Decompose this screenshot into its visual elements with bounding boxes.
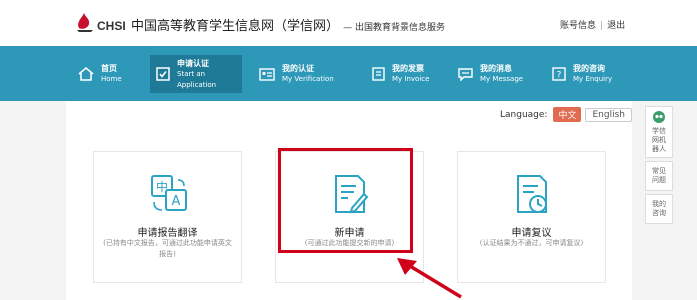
- side-item-robot[interactable]: 学信网机器人: [645, 106, 673, 158]
- home-icon: [78, 67, 94, 81]
- language-option-en[interactable]: English: [585, 107, 632, 122]
- user-links: 账号信息 | 退出: [560, 21, 626, 31]
- side-item-faq[interactable]: 常见问题: [645, 161, 673, 191]
- side-item-label: 学信网机器人: [652, 127, 666, 153]
- nav-item-my-message[interactable]: 我的消息 My Message: [458, 55, 538, 93]
- header: CHSI 中国高等教育学生信息网（学信网） — 出国教育背景信息服务 账号信息 |…: [0, 0, 697, 46]
- account-info-link[interactable]: 账号信息: [560, 21, 596, 31]
- main-nav: 首页 Home 申请认证 Start an Application 我的认证 My V…: [0, 46, 697, 101]
- side-item-label: 我的咨询: [652, 200, 666, 217]
- card-review-application[interactable]: 申请复议 (认证结果为不通过，可申请复议): [457, 151, 606, 283]
- nav-item-start-application[interactable]: 申请认证 Start an Application: [150, 55, 242, 93]
- nav-label-en: My Verification: [282, 75, 334, 83]
- chsi-logo-icon: [77, 13, 93, 32]
- robot-icon: [653, 111, 665, 123]
- review-document-icon: [516, 175, 547, 213]
- card-report-translation[interactable]: 中 A 申请报告翻译 (已持有中文报告，可通过此功能申请英文报告): [93, 151, 242, 283]
- message-icon: [458, 68, 473, 81]
- site-subtitle: — 出国教育背景信息服务: [343, 23, 446, 33]
- side-panel: 学信网机器人 常见问题 我的咨询: [645, 106, 673, 227]
- card-title: 申请复议: [511, 228, 552, 239]
- translate-icon: 中 A: [150, 175, 187, 211]
- svg-text:?: ?: [557, 71, 562, 81]
- nav-label-en: My Enquiry: [573, 75, 613, 83]
- nav-label-en: Home: [101, 75, 122, 83]
- logo-text: CHSI: [97, 19, 126, 33]
- site-title-main: 中国高等教育学生信息网（学信网）: [131, 19, 340, 34]
- side-item-my-enquiry[interactable]: 我的咨询: [645, 194, 673, 224]
- language-label: Language:: [500, 109, 548, 120]
- card-desc: (已持有中文报告，可通过此功能申请英文报告): [103, 239, 232, 258]
- logout-link[interactable]: 退出: [607, 21, 625, 31]
- invoice-icon: [372, 67, 385, 81]
- red-arrow-icon: [397, 258, 462, 299]
- nav-label-cn: 我的认证: [282, 64, 314, 73]
- site-title: 中国高等教育学生信息网（学信网） — 出国教育背景信息服务: [131, 15, 445, 34]
- nav-label-en: My Invoice: [392, 75, 430, 83]
- nav-item-my-enquiry[interactable]: ? 我的咨询 My Enquiry: [552, 55, 632, 93]
- nav-label-cn: 我的消息: [480, 64, 512, 73]
- id-card-icon: [259, 67, 275, 81]
- side-item-label: 常见问题: [652, 167, 666, 184]
- nav-item-my-verification[interactable]: 我的认证 My Verification: [259, 55, 349, 93]
- svg-text:A: A: [171, 194, 180, 209]
- nav-item-my-invoice[interactable]: 我的发票 My Invoice: [372, 55, 452, 93]
- nav-label-cn: 我的咨询: [573, 64, 605, 73]
- nav-item-home[interactable]: 首页 Home: [78, 55, 138, 93]
- nav-label-cn: 首页: [101, 64, 117, 73]
- language-option-zh[interactable]: 中文: [553, 107, 582, 122]
- nav-label-en: My Message: [480, 75, 524, 83]
- card-desc: (认证结果为不通过，可申请复议): [479, 239, 584, 247]
- nav-label-en: Start an Application: [177, 69, 217, 89]
- nav-label-cn: 我的发票: [392, 64, 424, 73]
- card-title: 申请报告翻译: [137, 228, 198, 239]
- enquiry-icon: ?: [552, 67, 566, 81]
- nav-label-cn: 申请认证: [177, 58, 209, 68]
- highlight-box: [278, 148, 413, 253]
- checkbox-icon: [156, 67, 170, 81]
- language-switcher: Language: 中文 English: [500, 107, 632, 122]
